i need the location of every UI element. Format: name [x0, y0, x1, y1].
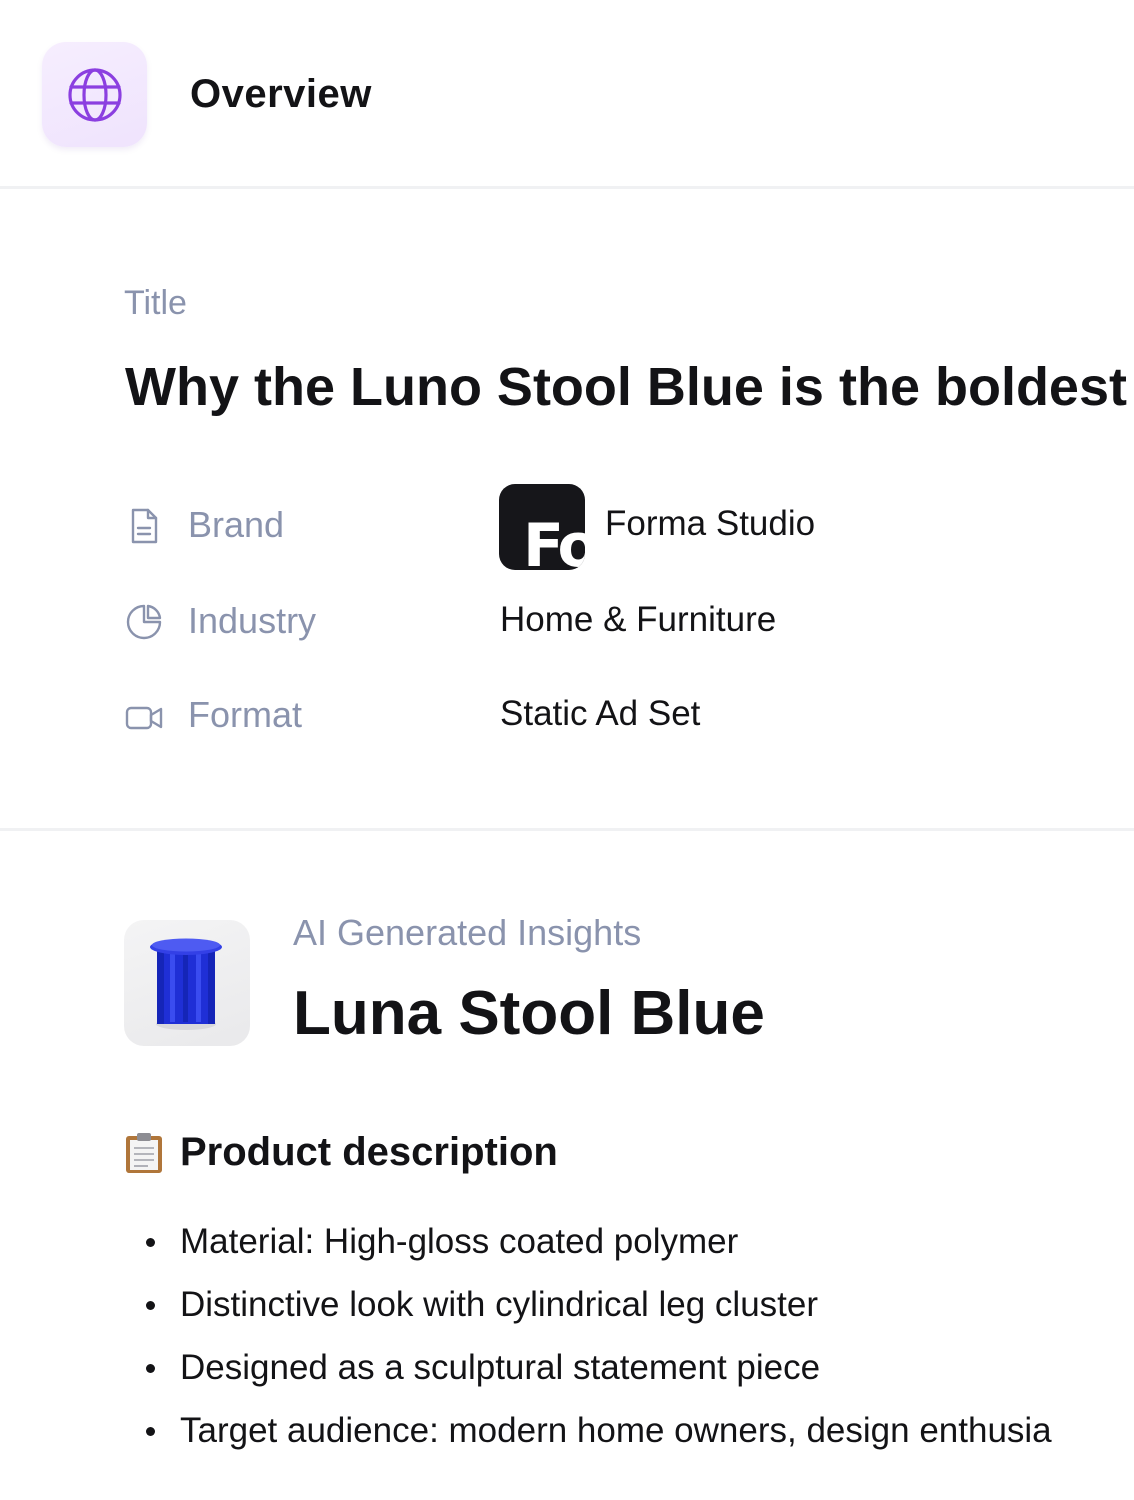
video-camera-icon	[125, 706, 163, 730]
format-row: Format Static Ad Set	[0, 676, 1134, 756]
product-name: Luna Stool Blue	[293, 979, 765, 1048]
list-item: Distinctive look with cylindrical leg cl…	[140, 1273, 1052, 1336]
brand-logo: Fo	[499, 484, 585, 570]
clipboard-icon	[126, 1132, 162, 1173]
description-heading-text: Product description	[180, 1130, 558, 1174]
title-label: Title	[124, 284, 187, 322]
overview-panel: Overview Title Why the Luno Stool Blue i…	[0, 0, 1134, 1500]
brand-value: Forma Studio	[605, 504, 816, 543]
list-item: Designed as a sculptural statement piece	[140, 1336, 1052, 1399]
insights-label: AI Generated Insights	[293, 912, 642, 953]
overview-header: Overview	[0, 0, 1134, 189]
industry-row: Industry Home & Furniture	[0, 580, 1134, 660]
brand-logo-text: Fo	[523, 511, 585, 570]
product-thumbnail	[124, 920, 250, 1046]
list-item: Material: High-gloss coated polymer	[140, 1210, 1052, 1273]
format-label: Format	[188, 694, 303, 735]
format-value: Static Ad Set	[500, 694, 701, 733]
industry-value: Home & Furniture	[500, 600, 777, 639]
document-icon	[131, 508, 158, 544]
product-description-heading: Product description	[124, 1130, 558, 1175]
globe-icon	[42, 42, 147, 147]
divider	[0, 828, 1134, 831]
description-list: Material: High-gloss coated polymer Dist…	[140, 1210, 1052, 1462]
list-item: Target audience: modern home owners, des…	[140, 1399, 1052, 1462]
ad-title: Why the Luno Stool Blue is the boldest p…	[125, 357, 1134, 417]
brand-row: Brand Fo Forma Studio	[0, 484, 1134, 570]
brand-label: Brand	[188, 504, 285, 545]
pie-chart-icon	[126, 604, 162, 640]
industry-label: Industry	[188, 600, 317, 641]
page-title: Overview	[190, 72, 372, 116]
